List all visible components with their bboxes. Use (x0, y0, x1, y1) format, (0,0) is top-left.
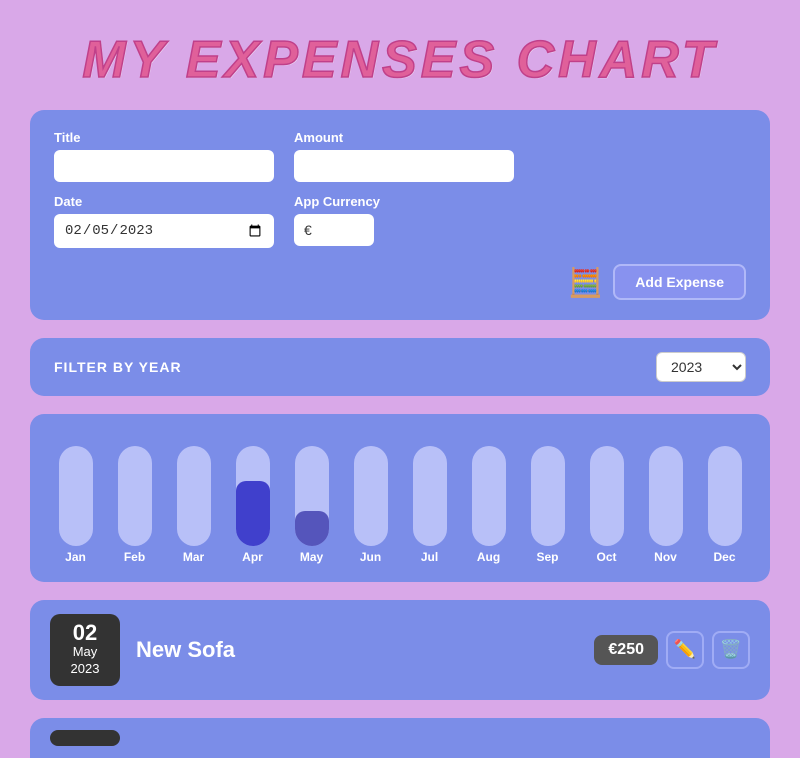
bar-track-jul (413, 446, 447, 546)
bar-dec: Dec (695, 446, 754, 564)
expense-item-2 (30, 718, 770, 758)
add-expense-button[interactable]: Add Expense (613, 264, 746, 300)
form-row-2: Date App Currency (54, 194, 746, 248)
currency-input[interactable] (294, 214, 374, 246)
bar-label-jul: Jul (421, 550, 438, 564)
bar-track-may (295, 446, 329, 546)
bar-oct: Oct (577, 446, 636, 564)
bar-jan: Jan (46, 446, 105, 564)
bar-sep: Sep (518, 446, 577, 564)
year-select[interactable]: 2021 2022 2023 2024 (656, 352, 746, 382)
bar-track-nov (649, 446, 683, 546)
chart-card: Jan Feb Mar Apr May Jun (30, 414, 770, 582)
currency-group: App Currency (294, 194, 380, 248)
expense-day-1: 02 (56, 622, 114, 644)
expense-month-1: May (56, 644, 114, 661)
bar-label-jun: Jun (360, 550, 381, 564)
bar-track-jun (354, 446, 388, 546)
date-group: Date (54, 194, 274, 248)
bar-fill-apr (236, 481, 270, 546)
bar-feb: Feb (105, 446, 164, 564)
bar-label-dec: Dec (713, 550, 735, 564)
bar-jun: Jun (341, 446, 400, 564)
page-title: MY EXPENSES CHART (0, 0, 800, 110)
date-input[interactable] (54, 214, 274, 248)
calculator-icon: 🧮 (568, 266, 603, 299)
expense-item-1: 02 May 2023 New Sofa €250 ✏️ 🗑️ (30, 600, 770, 700)
expense-year-1: 2023 (56, 661, 114, 678)
filter-card: FILTER BY YEAR 2021 2022 2023 2024 (30, 338, 770, 396)
bar-mar: Mar (164, 446, 223, 564)
bar-may: May (282, 446, 341, 564)
chart-container: Jan Feb Mar Apr May Jun (46, 434, 754, 564)
bar-apr: Apr (223, 446, 282, 564)
bar-nov: Nov (636, 446, 695, 564)
amount-label: Amount (294, 130, 514, 145)
bar-fill-may (295, 511, 329, 546)
form-row-1: Title Amount (54, 130, 746, 182)
expense-date-box-1: 02 May 2023 (50, 614, 120, 686)
expense-amount-1: €250 (594, 635, 658, 665)
form-actions: 🧮 Add Expense (54, 264, 746, 300)
title-group: Title (54, 130, 274, 182)
bar-label-sep: Sep (536, 550, 558, 564)
bar-track-aug (472, 446, 506, 546)
bar-track-dec (708, 446, 742, 546)
bar-label-jan: Jan (65, 550, 86, 564)
bar-label-feb: Feb (124, 550, 145, 564)
title-input[interactable] (54, 150, 274, 182)
delete-expense-button-1[interactable]: 🗑️ (712, 631, 750, 669)
expense-form-card: Title Amount Date App Currency 🧮 Add Exp… (30, 110, 770, 320)
bar-label-oct: Oct (596, 550, 616, 564)
expense-date-box-2 (50, 730, 120, 746)
bar-track-sep (531, 446, 565, 546)
bar-label-nov: Nov (654, 550, 677, 564)
amount-group: Amount (294, 130, 514, 182)
expense-title-1: New Sofa (136, 637, 578, 663)
bar-track-jan (59, 446, 93, 546)
amount-input[interactable] (294, 150, 514, 182)
filter-label: FILTER BY YEAR (54, 359, 182, 375)
bar-label-aug: Aug (477, 550, 500, 564)
bar-label-may: May (300, 550, 323, 564)
expense-actions-1: €250 ✏️ 🗑️ (594, 631, 750, 669)
title-label: Title (54, 130, 274, 145)
bar-track-feb (118, 446, 152, 546)
bar-track-apr (236, 446, 270, 546)
bar-track-mar (177, 446, 211, 546)
bar-label-apr: Apr (242, 550, 263, 564)
edit-expense-button-1[interactable]: ✏️ (666, 631, 704, 669)
bar-track-oct (590, 446, 624, 546)
bar-aug: Aug (459, 446, 518, 564)
bar-label-mar: Mar (183, 550, 204, 564)
currency-label: App Currency (294, 194, 380, 209)
date-label: Date (54, 194, 274, 209)
bar-jul: Jul (400, 446, 459, 564)
